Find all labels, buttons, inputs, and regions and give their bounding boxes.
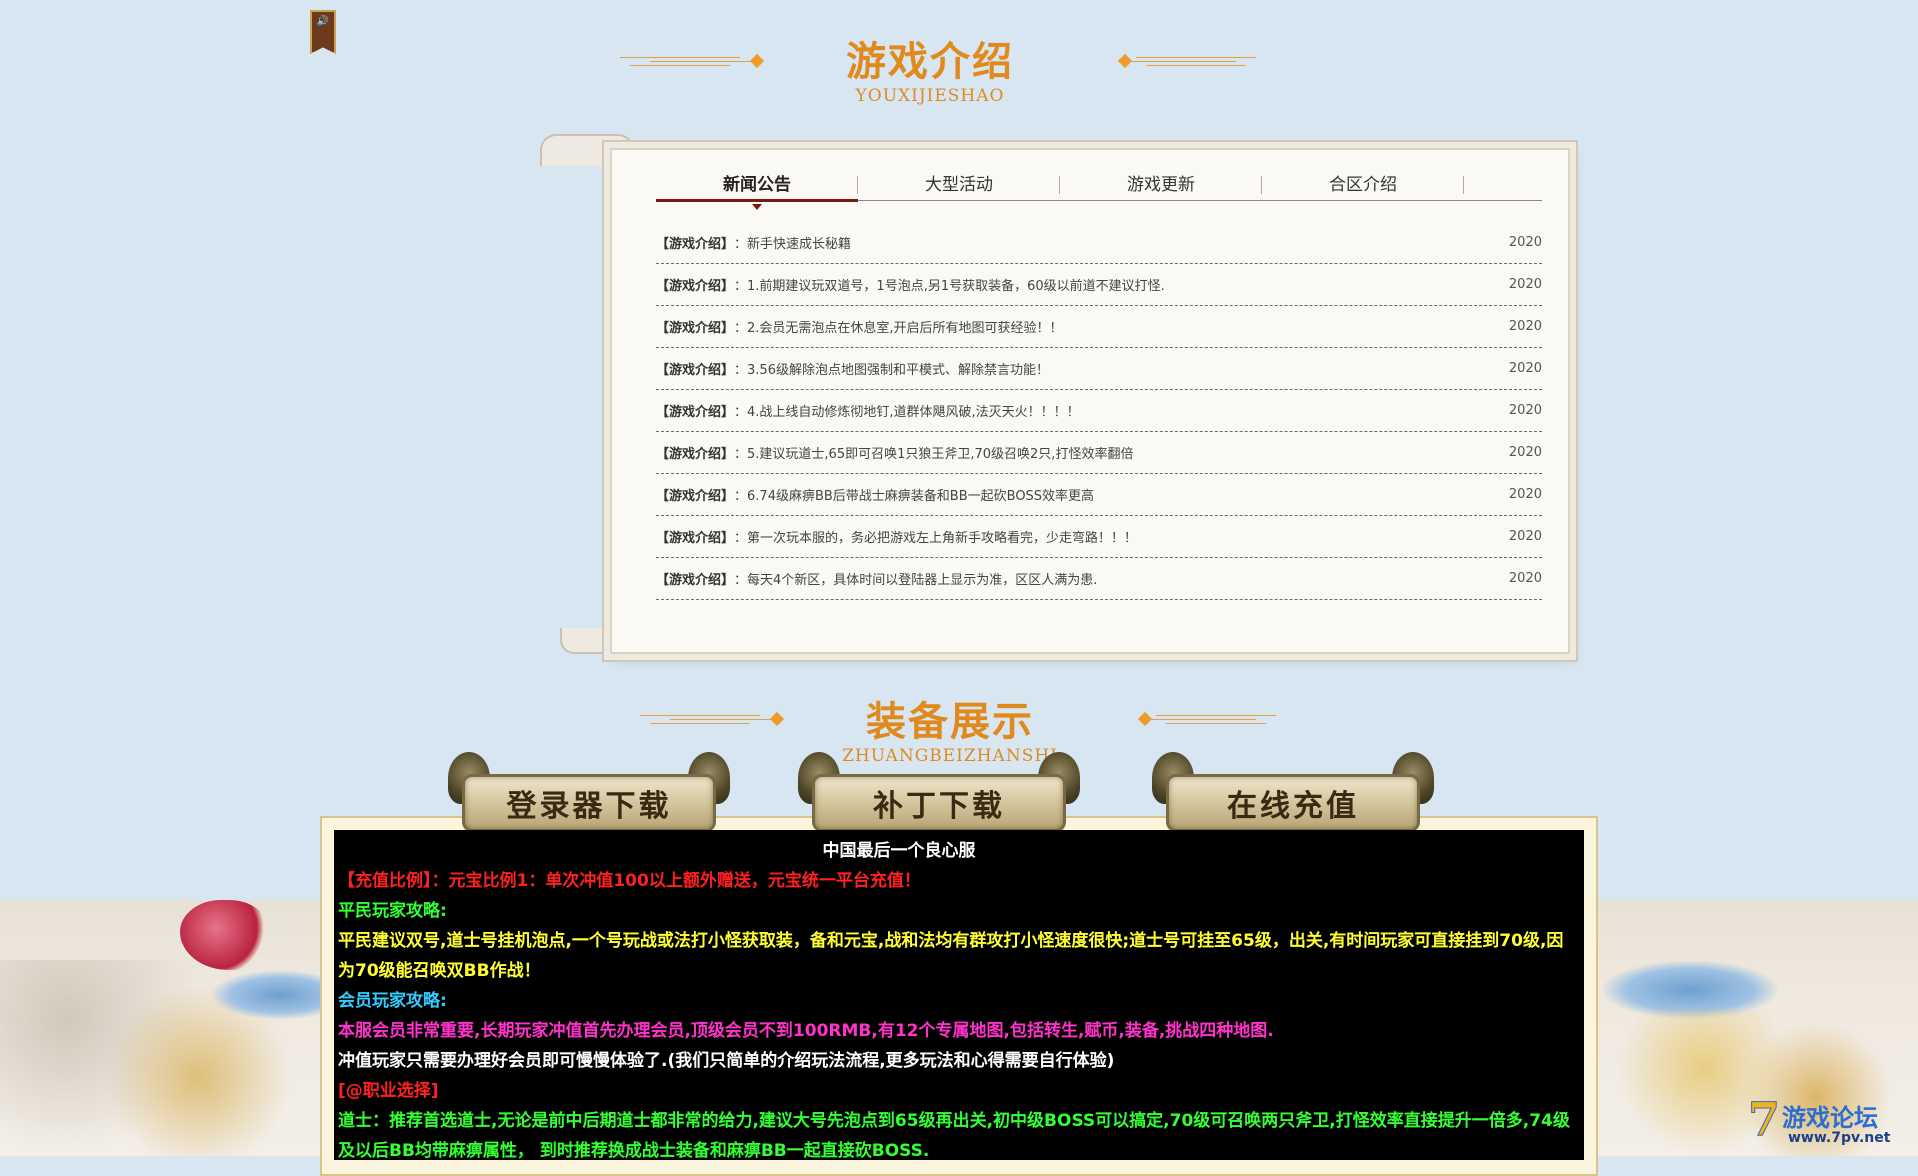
- news-panel: 新闻公告 大型活动 游戏更新 合区介绍 【游戏介绍】 ：新手快速成长秘籍 2020 …: [610, 148, 1570, 654]
- tab-label: 大型活动: [925, 175, 993, 195]
- news-date: 2020: [1508, 529, 1542, 544]
- info-recharge-ratio: 【充值比例】：元宝比例1：单次冲值100以上额外赠送，元宝统一平台充值！: [338, 871, 921, 891]
- news-item[interactable]: 【游戏介绍】 ：4.战上线自动修炼彻地钉,道群体飓风破,法灭天火！！！！ 2020: [656, 390, 1542, 432]
- news-item[interactable]: 【游戏介绍】 ：新手快速成长秘籍 2020: [656, 222, 1542, 264]
- news-text: ：6.74级麻痹BB后带战士麻痹装备和BB一起砍BOSS效率更高: [734, 489, 1095, 504]
- news-date: 2020: [1508, 277, 1542, 292]
- news-category: 【游戏介绍】: [656, 363, 735, 378]
- news-date: 2020: [1508, 361, 1542, 376]
- news-list: 【游戏介绍】 ：新手快速成长秘籍 2020 【游戏介绍】 ：1.前期建议玩双道号，1号…: [656, 222, 1542, 600]
- button-label: 补丁下载: [873, 789, 1005, 824]
- tab-label: 游戏更新: [1127, 175, 1195, 195]
- news-text: ：新手快速成长秘籍: [734, 237, 852, 252]
- news-item[interactable]: 【游戏介绍】 ：第一次玩本服的，务必把游戏左上角新手攻略看完，少走弯路！！！ 202…: [656, 516, 1542, 558]
- news-tabs: 新闻公告 大型活动 游戏更新 合区介绍: [656, 172, 1542, 210]
- info-free-player-heading: 平民玩家攻略:: [338, 901, 447, 921]
- tab-news[interactable]: 新闻公告: [656, 172, 858, 210]
- tab-events[interactable]: 大型活动: [858, 172, 1060, 200]
- news-date: 2020: [1508, 235, 1542, 250]
- section-header-intro: 游戏介绍 YOUXIJIESHAO: [820, 38, 1040, 106]
- tab-label: 新闻公告: [723, 175, 791, 195]
- news-category: 【游戏介绍】: [656, 279, 735, 294]
- news-item[interactable]: 【游戏介绍】 ：1.前期建议玩双道号，1号泡点,另1号获取装备，60级以前道不建议…: [656, 264, 1542, 306]
- speaker-icon: 🔊: [316, 16, 330, 27]
- info-class-heading: [@职业选择]: [338, 1081, 439, 1101]
- news-text: ：3.56级解除泡点地图强制和平模式、解除禁言功能！: [734, 363, 1049, 378]
- watermark-number: 7: [1747, 1092, 1781, 1147]
- info-member-heading: 会员玩家攻略:: [338, 991, 447, 1011]
- info-member-text: 本服会员非常重要,长期玩家冲值首先办理会员,顶级会员不到100RMB,有12个专…: [338, 1021, 1274, 1041]
- news-text: ：1.前期建议玩双道号，1号泡点,另1号获取装备，60级以前道不建议打怪.: [734, 279, 1165, 294]
- server-info-box: 中国最后一个良心服 【充值比例】：元宝比例1：单次冲值100以上额外赠送，元宝统…: [334, 830, 1584, 1161]
- news-category: 【游戏介绍】: [656, 447, 735, 462]
- sound-toggle-button[interactable]: 🔊: [310, 10, 336, 54]
- tab-merge[interactable]: 合区介绍: [1262, 172, 1464, 200]
- news-category: 【游戏介绍】: [656, 489, 735, 504]
- info-recharge-note: 冲值玩家只需要办理好会员即可慢慢体验了.(我们只简单的介绍玩法流程,更多玩法和心…: [338, 1051, 1115, 1071]
- news-category: 【游戏介绍】: [656, 321, 735, 336]
- header-deco-left: [640, 711, 786, 727]
- site-watermark-logo: 7 游戏论坛 www.7pv.net: [1747, 1092, 1908, 1150]
- news-item[interactable]: 【游戏介绍】 ：6.74级麻痹BB后带战士麻痹装备和BB一起砍BOSS效率更高 20…: [656, 474, 1542, 516]
- header-deco-right: [1136, 711, 1282, 727]
- online-recharge-button[interactable]: 在线充值: [1152, 752, 1434, 840]
- info-free-player-text: 平民建议双号,道士号挂机泡点,一个号玩战或法打小怪获取装，备和元宝,战和法均有群…: [338, 931, 1564, 981]
- news-text: ：第一次玩本服的，务必把游戏左上角新手攻略看完，少走弯路！！！: [734, 531, 1138, 546]
- news-text: ：2.会员无需泡点在休息室,开启后所有地图可获经验！！: [734, 321, 1063, 336]
- news-date: 2020: [1508, 319, 1542, 334]
- news-item[interactable]: 【游戏介绍】 ：5.建议玩道士,65即可召唤1只狼王斧卫,70级召唤2只,打怪效率…: [656, 432, 1542, 474]
- news-text: ：4.战上线自动修炼彻地钉,道群体飓风破,法灭天火！！！！: [734, 405, 1080, 420]
- news-category: 【游戏介绍】: [656, 405, 735, 420]
- news-date: 2020: [1508, 445, 1542, 460]
- info-title: 中国最后一个良心服: [822, 841, 976, 861]
- tab-label: 合区介绍: [1329, 175, 1397, 195]
- patch-download-button[interactable]: 补丁下载: [798, 752, 1080, 840]
- watermark-name: 游戏论坛: [1782, 1104, 1878, 1132]
- news-category: 【游戏介绍】: [656, 237, 735, 252]
- tab-updates[interactable]: 游戏更新: [1060, 172, 1262, 200]
- news-item[interactable]: 【游戏介绍】 ：2.会员无需泡点在休息室,开启后所有地图可获经验！！ 2020: [656, 306, 1542, 348]
- info-taoist-text: 道士：推荐首选道士,无论是前中后期道士都非常的给力,建议大号先泡点到65级再出关…: [338, 1111, 1570, 1161]
- button-label: 登录器下载: [506, 789, 672, 824]
- news-category: 【游戏介绍】: [656, 573, 735, 588]
- news-text: ：5.建议玩道士,65即可召唤1只狼王斧卫,70级召唤2只,打怪效率翻倍: [734, 447, 1134, 462]
- news-date: 2020: [1508, 487, 1542, 502]
- news-category: 【游戏介绍】: [656, 531, 735, 546]
- section-pinyin: YOUXIJIESHAO: [855, 86, 1005, 106]
- section-title: 游戏介绍: [846, 38, 1014, 85]
- news-item[interactable]: 【游戏介绍】 ：每天4个新区，具体时间以登陆器上显示为准，区区人满为患. 2020: [656, 558, 1542, 600]
- news-date: 2020: [1508, 571, 1542, 586]
- news-text: ：每天4个新区，具体时间以登陆器上显示为准，区区人满为患.: [734, 573, 1098, 588]
- section-title: 装备展示: [866, 698, 1034, 745]
- button-label: 在线充值: [1227, 789, 1359, 824]
- launcher-download-button[interactable]: 登录器下载: [448, 752, 730, 840]
- news-item[interactable]: 【游戏介绍】 ：3.56级解除泡点地图强制和平模式、解除禁言功能！ 2020: [656, 348, 1542, 390]
- header-deco-left: [620, 53, 766, 69]
- news-date: 2020: [1508, 403, 1542, 418]
- header-deco-right: [1116, 53, 1262, 69]
- watermark-url: www.7pv.net: [1788, 1130, 1891, 1146]
